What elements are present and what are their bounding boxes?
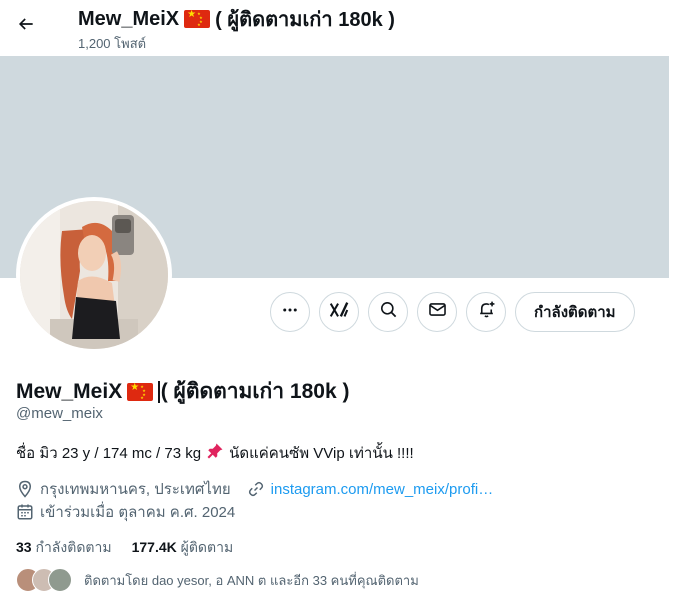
following-label: กำลังติดตาม	[35, 539, 112, 555]
more-button[interactable]	[270, 292, 310, 332]
china-flag-icon: ★ ★ ★ ★ ★	[184, 10, 211, 28]
bio-text-part1: ชื่อ มิว 23 y / 174 mc / 73 kg	[16, 445, 202, 462]
avatar[interactable]	[16, 197, 172, 353]
arrow-left-icon	[16, 14, 36, 39]
back-button[interactable]	[8, 8, 44, 44]
following-stat[interactable]: 33 กำลังติดตาม	[16, 537, 112, 559]
joined-date: เข้าร่วมเมื่อ ตุลาคม ค.ศ. 2024	[40, 504, 236, 521]
display-name-suffix: ( ผู้ติดตามเก่า 180k )	[160, 380, 350, 403]
message-button[interactable]	[417, 292, 457, 332]
bell-plus-icon	[477, 300, 496, 324]
search-icon	[379, 300, 398, 324]
text-cursor	[158, 380, 160, 403]
notify-button[interactable]	[466, 292, 506, 332]
envelope-icon	[428, 300, 447, 324]
followed-by-row[interactable]: ติดตามโดย dao yesor, อ ANN ต และอีก 33 ค…	[16, 568, 419, 592]
followers-label: ผู้ติดตาม	[180, 539, 234, 555]
avatar-image	[20, 201, 168, 349]
following-button[interactable]: กำลังติดตาม	[515, 292, 635, 332]
calendar-icon	[16, 503, 34, 521]
followers-count: 177.4K	[131, 539, 177, 555]
china-flag-icon: ★ ★ ★ ★ ★	[127, 382, 154, 401]
posts-count: 1,200 โพสต์	[78, 36, 147, 51]
header-title: Mew_MeiX ★ ★ ★ ★ ★ ( ผู้ติดตามเก่า 180k …	[78, 3, 395, 35]
profile-meta-row: กรุงเทพมหานคร, ประเทศไทย instagram.com/m…	[16, 477, 493, 501]
profile-actions: กำลังติดตาม	[270, 292, 635, 332]
display-name-prefix: Mew_MeiX	[16, 379, 123, 403]
user-handle: @mew_meix	[16, 405, 103, 422]
header-name-prefix: Mew_MeiX	[78, 7, 180, 30]
profile-stats: 33 กำลังติดตาม 177.4K ผู้ติดตาม	[16, 537, 233, 559]
following-count: 33	[16, 539, 32, 555]
link-icon	[247, 480, 265, 498]
avatar	[48, 568, 72, 592]
grok-icon	[328, 299, 350, 326]
display-name: Mew_MeiX ★ ★ ★ ★ ★ ( ผู้ติดตามเก่า 180k …	[16, 375, 349, 408]
location-pin-icon	[16, 480, 34, 498]
followers-stat[interactable]: 177.4K ผู้ติดตาม	[132, 537, 234, 559]
joined-row: เข้าร่วมเมื่อ ตุลาคม ค.ศ. 2024	[16, 500, 235, 524]
grok-button[interactable]	[319, 292, 359, 332]
pushpin-icon	[206, 442, 224, 464]
location-text: กรุงเทพมหานคร, ประเทศไทย	[40, 481, 231, 498]
top-bar: Mew_MeiX ★ ★ ★ ★ ★ ( ผู้ติดตามเก่า 180k …	[0, 0, 673, 56]
bio-text-part2: นัดแค่คนซัพ VVip เท่านั้น !!!!	[229, 445, 414, 462]
followed-by-avatars	[16, 568, 72, 592]
header-name-suffix: ( ผู้ติดตามเก่า 180k )	[215, 9, 395, 31]
profile-bio: ชื่อ มิว 23 y / 174 mc / 73 kg นัดแค่คนซ…	[16, 441, 414, 465]
website-link[interactable]: instagram.com/mew_meix/profi…	[271, 481, 494, 498]
more-dots-icon	[281, 301, 299, 324]
followed-by-text: ติดตามโดย dao yesor, อ ANN ต และอีก 33 ค…	[84, 572, 419, 588]
search-button[interactable]	[368, 292, 408, 332]
